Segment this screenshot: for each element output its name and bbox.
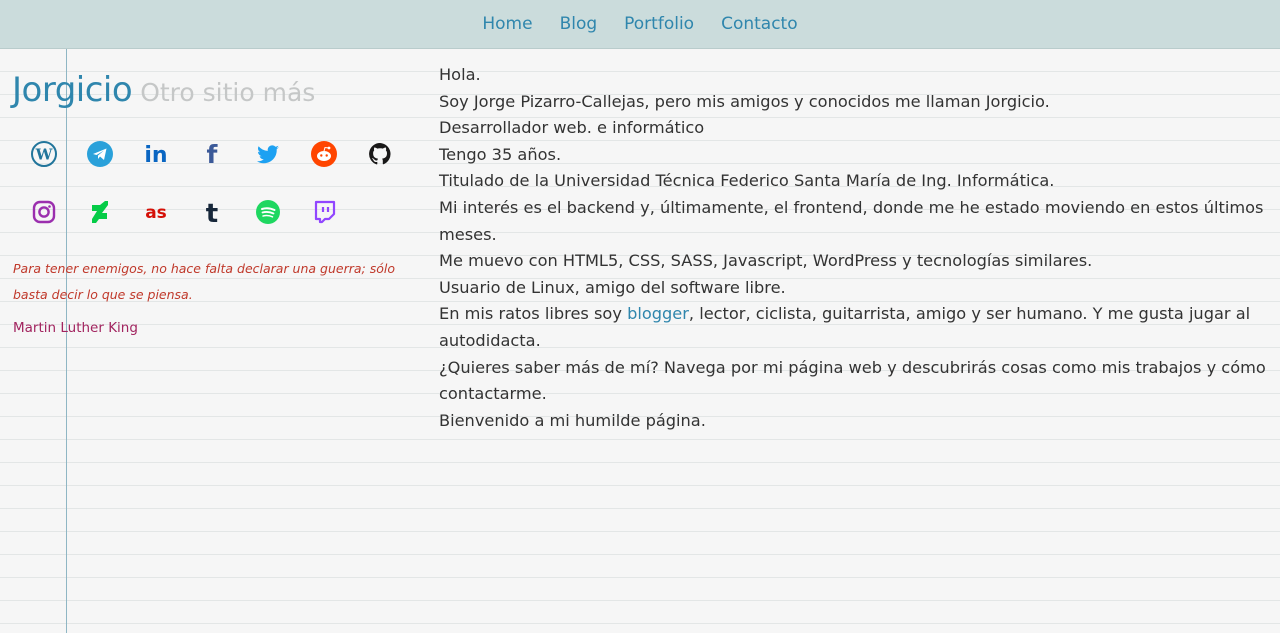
tumblr-icon[interactable]: t (198, 198, 226, 226)
nav-blog-link[interactable]: Blog (560, 14, 598, 34)
nav-contacto-link[interactable]: Contacto (721, 14, 798, 34)
nav-portfolio-link[interactable]: Portfolio (624, 14, 694, 34)
twitter-icon[interactable] (254, 140, 282, 168)
notebook-margin-line (66, 49, 67, 633)
intro-line: Usuario de Linux, amigo del software lib… (439, 277, 786, 297)
github-icon[interactable] (366, 140, 394, 168)
blogger-link[interactable]: blogger (627, 304, 689, 323)
main-content: Hola. Soy Jorge Pizarro-Callejas, pero m… (439, 62, 1267, 434)
wordpress-icon[interactable]: W (30, 140, 58, 168)
site-name: Jorgicio (12, 70, 133, 110)
intro-line: Soy Jorge Pizarro-Callejas, pero mis ami… (439, 91, 1050, 111)
svg-text:W: W (35, 146, 54, 164)
intro-line: Titulado de la Universidad Técnica Feder… (439, 171, 1055, 191)
social-links: W in f as t (30, 140, 410, 226)
lastfm-icon[interactable]: as (142, 198, 170, 226)
social-row-1: W in f (30, 140, 410, 168)
quote-author: Martin Luther King (13, 320, 138, 336)
deviantart-icon[interactable] (86, 198, 114, 226)
intro-text: En mis ratos libres soy (439, 304, 628, 324)
twitch-icon[interactable] (310, 198, 338, 226)
svg-text:f: f (207, 140, 219, 168)
linkedin-icon[interactable]: in (142, 140, 170, 168)
intro-line: Hola. (439, 65, 481, 84)
intro-line: Mi interés es el backend y, últimamente,… (439, 197, 1264, 244)
intro-line: Me muevo con HTML5, CSS, SASS, Javascrip… (439, 251, 1093, 271)
spotify-icon[interactable] (254, 198, 282, 226)
instagram-icon[interactable] (30, 198, 58, 226)
site-brand: Jorgicio Otro sitio más (12, 70, 315, 110)
svg-text:as: as (145, 203, 167, 223)
intro-line: Desarrollador web. e informático (439, 118, 705, 138)
intro-line: Bienvenido a mi humilde página. (439, 410, 706, 430)
intro-line: Tengo 35 años. (439, 144, 562, 164)
intro-line: En mis ratos libres soy blogger, lector,… (439, 301, 1267, 354)
telegram-icon[interactable] (86, 140, 114, 168)
svg-text:t: t (206, 199, 218, 226)
svg-text:in: in (144, 143, 167, 168)
nav-home-link[interactable]: Home (482, 14, 532, 34)
intro-line: ¿Quieres saber más de mí? Navega por mi … (439, 357, 1266, 404)
site-tagline: Otro sitio más (140, 78, 316, 107)
social-row-2: as t (30, 198, 410, 226)
quote-text: Para tener enemigos, no hace falta decla… (13, 261, 395, 302)
facebook-icon[interactable]: f (198, 140, 226, 168)
top-navigation: Home Blog Portfolio Contacto (0, 0, 1280, 49)
reddit-icon[interactable] (310, 140, 338, 168)
